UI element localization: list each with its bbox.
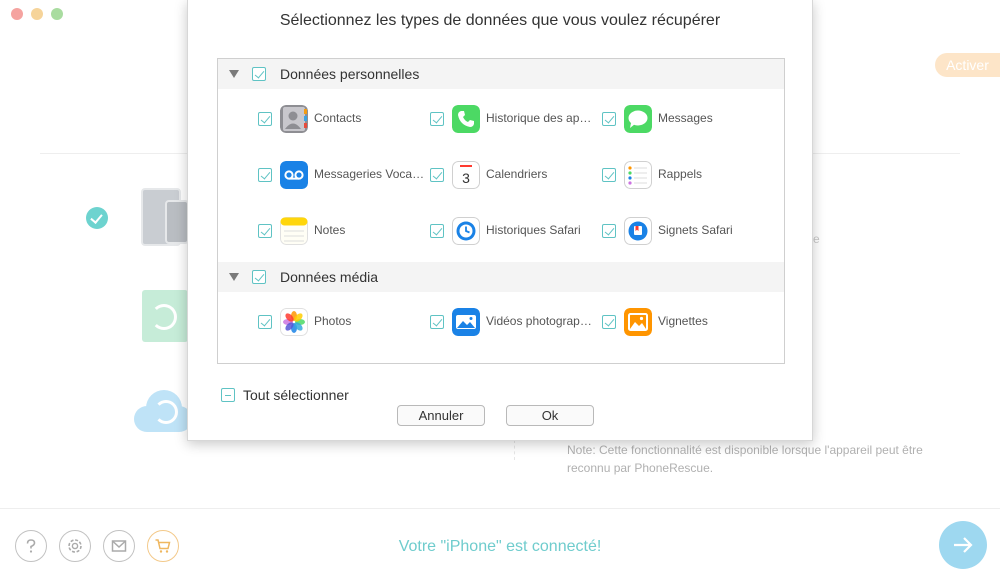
settings-button[interactable] [59, 530, 91, 562]
contacts-icon [280, 105, 308, 133]
calendar-day: 3 [462, 170, 470, 186]
item-label: Rappels [658, 167, 703, 181]
section-label: Données média [280, 269, 379, 285]
item-checkbox[interactable] [430, 315, 444, 329]
help-icon [26, 539, 36, 553]
data-type-dialog: Sélectionnez les types de données que vo… [187, 0, 813, 441]
item-photo-videos[interactable]: Vidéos photographiques [430, 307, 602, 337]
item-label: Signets Safari [658, 223, 733, 237]
safari-bookmarks-icon [624, 217, 652, 245]
data-types-panel: Données personnelles Contacts Historique… [217, 58, 785, 364]
footer-divider [0, 508, 1000, 509]
item-label: Historiques Safari [486, 223, 581, 237]
section-checkbox[interactable] [252, 67, 266, 81]
item-label: Vignettes [658, 314, 708, 328]
item-label: Notes [314, 223, 346, 237]
thumbnails-icon [624, 308, 652, 336]
item-notes[interactable]: Notes [258, 216, 430, 246]
notes-icon [280, 217, 308, 245]
item-checkbox[interactable] [602, 315, 616, 329]
item-label: Contacts [314, 111, 362, 125]
item-checkbox[interactable] [602, 168, 616, 182]
safari-history-icon [452, 217, 480, 245]
item-contacts[interactable]: Contacts [258, 104, 430, 134]
phone-icon [452, 105, 480, 133]
item-checkbox[interactable] [258, 315, 272, 329]
zoom-window-button[interactable] [51, 8, 63, 20]
item-checkbox[interactable] [602, 112, 616, 126]
mail-icon [111, 540, 127, 552]
item-call-history[interactable]: Historique des appels [430, 104, 602, 134]
next-button[interactable] [939, 521, 987, 569]
icloud-icon [134, 390, 194, 434]
item-label: Messages [658, 111, 713, 125]
item-checkbox[interactable] [430, 168, 444, 182]
item-reminders[interactable]: Rappels [602, 160, 774, 190]
messages-icon [624, 105, 652, 133]
item-checkbox[interactable] [258, 224, 272, 238]
gear-icon [68, 539, 82, 553]
item-checkbox[interactable] [258, 168, 272, 182]
section-label: Données personnelles [280, 66, 420, 82]
divider [514, 440, 515, 460]
item-calendars[interactable]: 3 Calendriers [430, 160, 602, 190]
connection-status: Votre "iPhone" est connecté! [398, 538, 602, 555]
item-safari-bookmarks[interactable]: Signets Safari [602, 216, 774, 246]
item-messages[interactable]: Messages [602, 104, 774, 134]
photos-icon [280, 308, 308, 336]
availability-note: Note: Cette fonctionnalité est disponibl… [567, 443, 923, 475]
ios-devices-icon [141, 188, 189, 250]
arrow-right-icon [954, 537, 973, 553]
close-window-button[interactable] [11, 8, 23, 20]
item-thumbnails[interactable]: Vignettes [602, 307, 774, 337]
voicemail-icon [280, 161, 308, 189]
select-all-label: Tout sélectionner [243, 387, 349, 403]
item-photos[interactable]: Photos [258, 307, 430, 337]
item-checkbox[interactable] [258, 112, 272, 126]
section-media-data: Données média [218, 262, 784, 292]
item-label: Historique des appels [486, 111, 598, 125]
help-button[interactable] [15, 530, 47, 562]
feedback-button[interactable] [103, 530, 135, 562]
ok-button[interactable]: Ok [506, 405, 594, 426]
item-label: Vidéos photographiques [486, 314, 598, 328]
minimize-window-button[interactable] [31, 8, 43, 20]
select-all-checkbox[interactable] [221, 388, 235, 402]
checkmark-icon [86, 207, 108, 229]
reminders-icon [624, 161, 652, 189]
store-button[interactable] [147, 530, 179, 562]
dialog-title: Sélectionnez les types de données que vo… [279, 12, 721, 29]
disclosure-triangle-icon[interactable] [229, 273, 239, 281]
cart-icon [155, 539, 171, 553]
item-checkbox[interactable] [430, 112, 444, 126]
item-safari-history[interactable]: Historiques Safari [430, 216, 602, 246]
item-voicemail[interactable]: Messageries Vocales [258, 160, 430, 190]
background-text-fragment: e [813, 232, 820, 246]
section-checkbox[interactable] [252, 270, 266, 284]
section-personal-data: Données personnelles [218, 59, 784, 89]
calendar-icon: 3 [452, 161, 480, 189]
item-label: Calendriers [486, 167, 548, 181]
itunes-backup-icon [142, 290, 188, 342]
disclosure-triangle-icon[interactable] [229, 70, 239, 78]
activate-button[interactable]: Activer [935, 53, 1000, 77]
item-checkbox[interactable] [430, 224, 444, 238]
select-all[interactable]: Tout sélectionner [221, 387, 421, 405]
photo-videos-icon [452, 308, 480, 336]
cancel-button[interactable]: Annuler [397, 405, 485, 426]
item-label: Photos [314, 314, 352, 328]
item-checkbox[interactable] [602, 224, 616, 238]
item-label: Messageries Vocales [314, 167, 426, 181]
